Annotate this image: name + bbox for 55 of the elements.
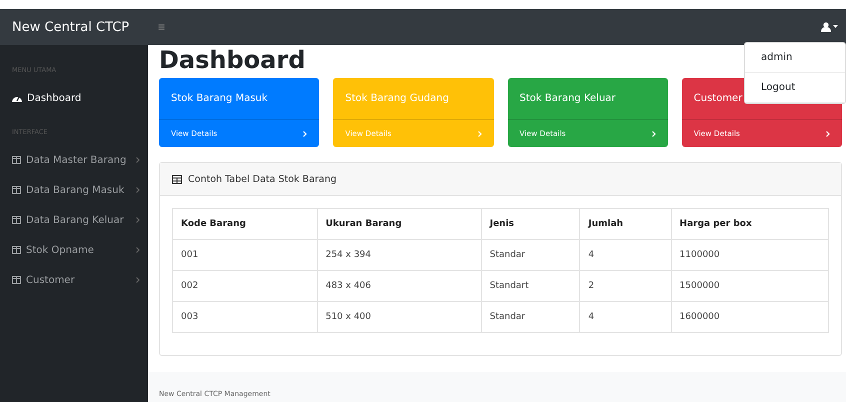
dropdown-item[interactable]: admin (745, 43, 845, 73)
table-icon (172, 174, 182, 184)
chevron-icon (136, 247, 140, 253)
table-cell: 002 (172, 270, 318, 302)
table-cell: Standar (481, 240, 580, 270)
table-cell: 1100000 (671, 240, 828, 270)
table-cell: 001 (172, 240, 318, 270)
table-cell: 4 (580, 240, 672, 270)
table-cell: 2 (580, 270, 672, 302)
card-title: Stok Barang Keluar (520, 93, 616, 104)
chevron-icon (136, 277, 140, 283)
sidebar-item[interactable]: Dashboard (0, 83, 148, 113)
card-title: Contoh Tabel Data Stok Barang (188, 174, 337, 184)
caret-icon (833, 25, 838, 29)
sidebar-item[interactable]: Data Master Barang (0, 145, 148, 175)
chevron-icon (478, 130, 482, 136)
columns-icon (12, 216, 21, 224)
sidebar-item[interactable]: Stok Opname (0, 235, 148, 265)
column-header: Ukuran Barang (317, 208, 482, 240)
dropdown-item[interactable]: Logout (745, 73, 845, 103)
columns-icon (12, 276, 21, 284)
column-header: Jumlah (580, 208, 672, 240)
table-cell: 254 x 394 (317, 240, 482, 270)
chevron-icon (652, 130, 656, 136)
user-icon (821, 22, 831, 32)
sidebar-item[interactable]: Data Barang Keluar (0, 205, 148, 235)
chevron-icon (136, 187, 140, 193)
gauge-icon (12, 94, 22, 102)
chevron-icon (136, 217, 140, 223)
columns-icon (12, 186, 21, 194)
column-header: Jenis (481, 208, 580, 240)
brand-name[interactable]: New Central CTCP (0, 20, 148, 34)
columns-icon (12, 156, 21, 164)
page-title: Dashboard (159, 45, 306, 76)
card-title: Customer (694, 93, 742, 104)
card-title: Stok Barang Masuk (171, 93, 268, 104)
table-cell: 4 (580, 302, 672, 332)
table-cell: 003 (172, 302, 318, 332)
column-header: Kode Barang (172, 208, 318, 240)
table-cell: Standar (481, 302, 580, 332)
chevron-icon (303, 130, 308, 136)
table-cell: 1500000 (671, 270, 828, 302)
chevron-icon (136, 157, 140, 163)
sidebar-item[interactable]: Customer (0, 265, 148, 295)
table-cell: 483 x 406 (317, 270, 482, 302)
table-cell: 1600000 (671, 302, 828, 332)
chevron-icon (826, 130, 830, 136)
menu-toggle[interactable]: ≡ (152, 20, 172, 34)
user-menu-button[interactable] (819, 20, 840, 34)
columns-icon (12, 246, 21, 254)
table-cell: Standart (481, 270, 580, 302)
sidebar-item[interactable]: Data Barang Masuk (0, 175, 148, 205)
column-header: Harga per box (671, 208, 828, 240)
card-title: Stok Barang Gudang (345, 93, 449, 104)
table-cell: 510 x 400 (317, 302, 482, 332)
